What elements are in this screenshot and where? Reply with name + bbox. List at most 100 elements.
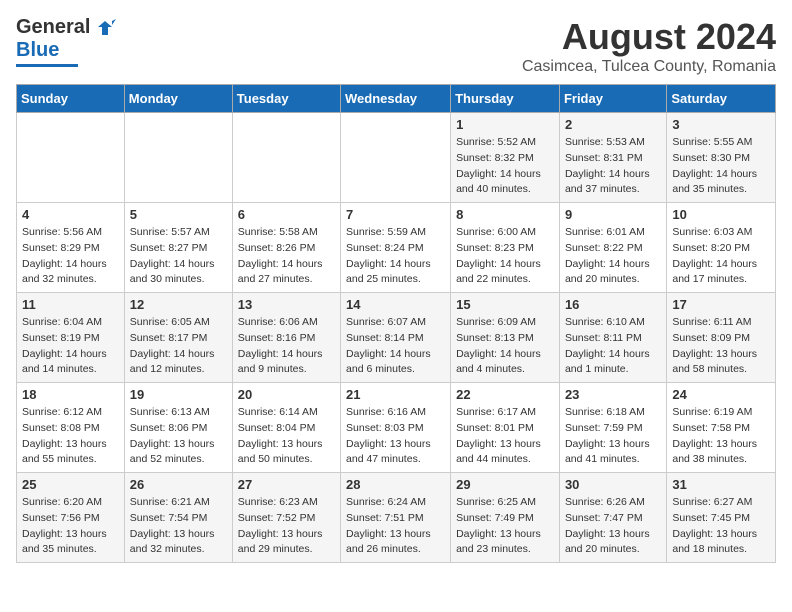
- day-number: 10: [672, 207, 770, 222]
- day-cell: 5Sunrise: 5:57 AM Sunset: 8:27 PM Daylig…: [124, 203, 232, 293]
- day-cell: 27 Sunrise: 6:23 AM Sunset: 7:52 PM Dayli…: [232, 473, 340, 563]
- day-number: 25: [22, 477, 119, 492]
- day-cell: 1 Sunrise: 5:52 AM Sunset: 8:32 PM Daylig…: [451, 113, 560, 203]
- day-cell: 8Sunrise: 6:00 AM Sunset: 8:23 PM Daylig…: [451, 203, 560, 293]
- week-row-5: 25 Sunrise: 6:20 AM Sunset: 7:56 PM Dayli…: [17, 473, 776, 563]
- day-number: 16: [565, 297, 661, 312]
- day-cell: 18 Sunrise: 6:12 AM Sunset: 8:08 PM Dayli…: [17, 383, 125, 473]
- weekday-header-tuesday: Tuesday: [232, 85, 340, 113]
- day-cell: 19 Sunrise: 6:13 AM Sunset: 8:06 PM Dayli…: [124, 383, 232, 473]
- day-number: 2: [565, 117, 661, 132]
- day-info: Sunrise: 6:20 AM Sunset: 7:56 PM Dayligh…: [22, 495, 119, 558]
- day-info: Sunrise: 5:57 AM Sunset: 8:27 PM Dayligh…: [130, 225, 227, 288]
- day-info: Sunrise: 6:01 AM Sunset: 8:22 PM Dayligh…: [565, 225, 661, 288]
- day-cell: 24 Sunrise: 6:19 AM Sunset: 7:58 PM Dayli…: [667, 383, 776, 473]
- day-info: Sunrise: 6:03 AM Sunset: 8:20 PM Dayligh…: [672, 225, 770, 288]
- weekday-header-saturday: Saturday: [667, 85, 776, 113]
- day-cell: 28Sunrise: 6:24 AM Sunset: 7:51 PM Dayli…: [341, 473, 451, 563]
- day-info: Sunrise: 6:27 AM Sunset: 7:45 PM Dayligh…: [672, 495, 770, 558]
- day-info: Sunrise: 6:12 AM Sunset: 8:08 PM Dayligh…: [22, 405, 119, 468]
- day-cell: 29 Sunrise: 6:25 AM Sunset: 7:49 PM Dayli…: [451, 473, 560, 563]
- weekday-header-row: SundayMondayTuesdayWednesdayThursdayFrid…: [17, 85, 776, 113]
- day-number: 11: [22, 297, 119, 312]
- day-info: Sunrise: 6:16 AM Sunset: 8:03 PM Dayligh…: [346, 405, 445, 468]
- day-cell: 13 Sunrise: 6:06 AM Sunset: 8:16 PM Dayli…: [232, 293, 340, 383]
- logo-general: General: [16, 16, 90, 39]
- day-number: 7: [346, 207, 445, 222]
- month-title: August 2024: [522, 16, 776, 58]
- day-number: 28: [346, 477, 445, 492]
- day-info: Sunrise: 6:26 AM Sunset: 7:47 PM Dayligh…: [565, 495, 661, 558]
- day-cell: 20 Sunrise: 6:14 AM Sunset: 8:04 PM Dayli…: [232, 383, 340, 473]
- weekday-header-friday: Friday: [559, 85, 666, 113]
- day-cell: 31Sunrise: 6:27 AM Sunset: 7:45 PM Dayli…: [667, 473, 776, 563]
- day-number: 13: [238, 297, 335, 312]
- day-info: Sunrise: 5:59 AM Sunset: 8:24 PM Dayligh…: [346, 225, 445, 288]
- day-info: Sunrise: 5:58 AM Sunset: 8:26 PM Dayligh…: [238, 225, 335, 288]
- day-number: 23: [565, 387, 661, 402]
- week-row-4: 18 Sunrise: 6:12 AM Sunset: 8:08 PM Dayli…: [17, 383, 776, 473]
- day-info: Sunrise: 5:55 AM Sunset: 8:30 PM Dayligh…: [672, 135, 770, 198]
- day-number: 29: [456, 477, 554, 492]
- day-info: Sunrise: 6:21 AM Sunset: 7:54 PM Dayligh…: [130, 495, 227, 558]
- day-cell: 14 Sunrise: 6:07 AM Sunset: 8:14 PM Dayli…: [341, 293, 451, 383]
- day-cell: 11 Sunrise: 6:04 AM Sunset: 8:19 PM Dayli…: [17, 293, 125, 383]
- day-number: 18: [22, 387, 119, 402]
- day-number: 14: [346, 297, 445, 312]
- day-number: 4: [22, 207, 119, 222]
- day-info: Sunrise: 6:09 AM Sunset: 8:13 PM Dayligh…: [456, 315, 554, 378]
- day-cell: 4Sunrise: 5:56 AM Sunset: 8:29 PM Daylig…: [17, 203, 125, 293]
- day-cell: [341, 113, 451, 203]
- weekday-header-monday: Monday: [124, 85, 232, 113]
- day-info: Sunrise: 6:25 AM Sunset: 7:49 PM Dayligh…: [456, 495, 554, 558]
- logo: General Blue: [16, 16, 116, 67]
- day-info: Sunrise: 6:23 AM Sunset: 7:52 PM Dayligh…: [238, 495, 335, 558]
- day-number: 24: [672, 387, 770, 402]
- day-info: Sunrise: 6:13 AM Sunset: 8:06 PM Dayligh…: [130, 405, 227, 468]
- day-info: Sunrise: 6:00 AM Sunset: 8:23 PM Dayligh…: [456, 225, 554, 288]
- week-row-1: 1 Sunrise: 5:52 AM Sunset: 8:32 PM Daylig…: [17, 113, 776, 203]
- day-info: Sunrise: 6:19 AM Sunset: 7:58 PM Dayligh…: [672, 405, 770, 468]
- day-info: Sunrise: 6:10 AM Sunset: 8:11 PM Dayligh…: [565, 315, 661, 378]
- day-info: Sunrise: 6:11 AM Sunset: 8:09 PM Dayligh…: [672, 315, 770, 378]
- day-cell: [232, 113, 340, 203]
- day-number: 27: [238, 477, 335, 492]
- day-cell: 15Sunrise: 6:09 AM Sunset: 8:13 PM Dayli…: [451, 293, 560, 383]
- day-cell: 7 Sunrise: 5:59 AM Sunset: 8:24 PM Daylig…: [341, 203, 451, 293]
- day-number: 20: [238, 387, 335, 402]
- day-cell: 6Sunrise: 5:58 AM Sunset: 8:26 PM Daylig…: [232, 203, 340, 293]
- day-cell: 23 Sunrise: 6:18 AM Sunset: 7:59 PM Dayli…: [559, 383, 666, 473]
- day-cell: 17 Sunrise: 6:11 AM Sunset: 8:09 PM Dayli…: [667, 293, 776, 383]
- title-block: August 2024 Casimcea, Tulcea County, Rom…: [522, 16, 776, 76]
- day-info: Sunrise: 6:07 AM Sunset: 8:14 PM Dayligh…: [346, 315, 445, 378]
- day-info: Sunrise: 5:53 AM Sunset: 8:31 PM Dayligh…: [565, 135, 661, 198]
- day-cell: 22 Sunrise: 6:17 AM Sunset: 8:01 PM Dayli…: [451, 383, 560, 473]
- day-info: Sunrise: 6:05 AM Sunset: 8:17 PM Dayligh…: [130, 315, 227, 378]
- page-header: General Blue August 2024 Casimcea, Tulce…: [16, 16, 776, 76]
- day-cell: 9Sunrise: 6:01 AM Sunset: 8:22 PM Daylig…: [559, 203, 666, 293]
- week-row-3: 11 Sunrise: 6:04 AM Sunset: 8:19 PM Dayli…: [17, 293, 776, 383]
- day-info: Sunrise: 5:52 AM Sunset: 8:32 PM Dayligh…: [456, 135, 554, 198]
- day-info: Sunrise: 6:17 AM Sunset: 8:01 PM Dayligh…: [456, 405, 554, 468]
- day-cell: 10 Sunrise: 6:03 AM Sunset: 8:20 PM Dayli…: [667, 203, 776, 293]
- day-info: Sunrise: 6:14 AM Sunset: 8:04 PM Dayligh…: [238, 405, 335, 468]
- day-info: Sunrise: 6:06 AM Sunset: 8:16 PM Dayligh…: [238, 315, 335, 378]
- day-number: 26: [130, 477, 227, 492]
- logo-bird-icon: [94, 17, 116, 39]
- day-number: 1: [456, 117, 554, 132]
- day-cell: 12Sunrise: 6:05 AM Sunset: 8:17 PM Dayli…: [124, 293, 232, 383]
- day-number: 30: [565, 477, 661, 492]
- day-info: Sunrise: 6:04 AM Sunset: 8:19 PM Dayligh…: [22, 315, 119, 378]
- location-title: Casimcea, Tulcea County, Romania: [522, 58, 776, 76]
- day-cell: 21 Sunrise: 6:16 AM Sunset: 8:03 PM Dayli…: [341, 383, 451, 473]
- day-number: 21: [346, 387, 445, 402]
- day-number: 17: [672, 297, 770, 312]
- logo-blue: Blue: [16, 39, 59, 62]
- weekday-header-wednesday: Wednesday: [341, 85, 451, 113]
- day-number: 3: [672, 117, 770, 132]
- calendar-table: SundayMondayTuesdayWednesdayThursdayFrid…: [16, 84, 776, 563]
- day-cell: [17, 113, 125, 203]
- day-number: 19: [130, 387, 227, 402]
- day-number: 22: [456, 387, 554, 402]
- day-info: Sunrise: 6:18 AM Sunset: 7:59 PM Dayligh…: [565, 405, 661, 468]
